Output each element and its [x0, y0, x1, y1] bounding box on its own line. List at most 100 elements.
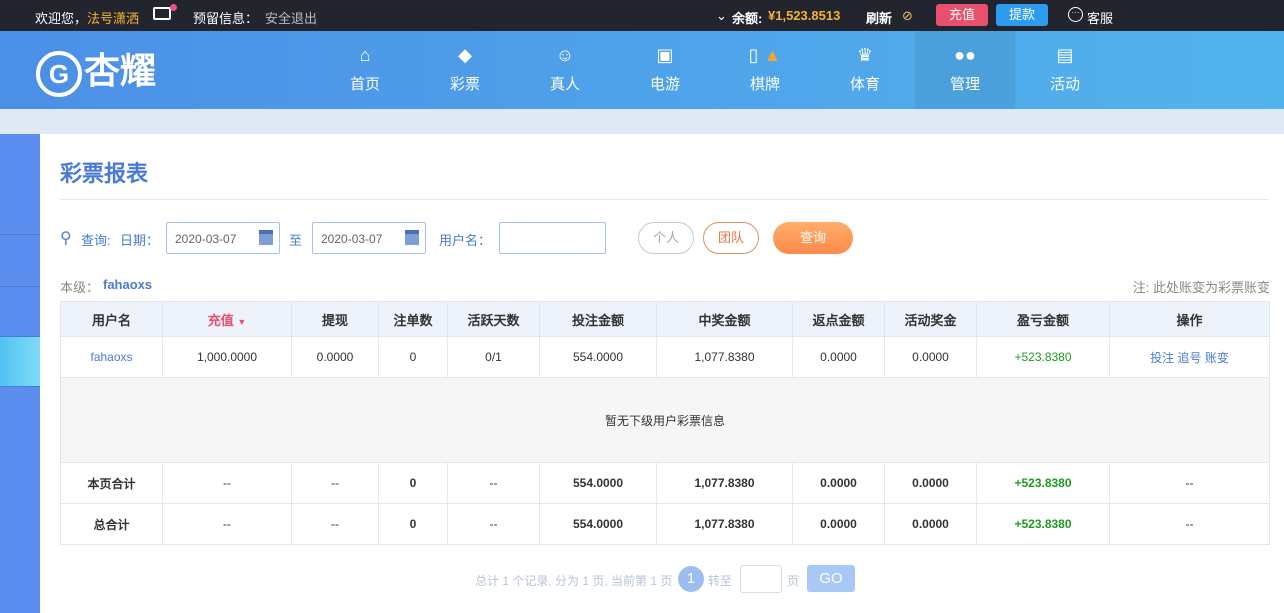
cell: 本页合计 — [60, 462, 163, 504]
cell: 0 — [378, 462, 448, 504]
note-text: 注: 此处账变为彩票账变 — [1132, 280, 1270, 295]
reserved-info[interactable]: 预留信息： — [193, 8, 258, 27]
customer-service-link[interactable]: 客服 — [1087, 8, 1113, 27]
nav-label: 体育 — [849, 76, 880, 93]
date-label: 日期： — [120, 233, 160, 248]
cell-bonus: 0.0000 — [884, 336, 977, 378]
logo[interactable]: G 杏耀 — [36, 39, 186, 103]
cell: 0.0000 — [792, 503, 885, 545]
calendar-icon[interactable] — [259, 230, 273, 245]
table-header: 用户名 充值 ▼ 提现 注单数 活跃天数 投注金额 中奖金额 返点金额 活动奖金… — [60, 301, 1270, 337]
search-icon: ⚲ — [60, 230, 72, 247]
nav-label: 棋牌 — [749, 76, 780, 93]
side-item[interactable] — [0, 287, 40, 337]
level-user[interactable]: fahaoxs — [103, 277, 152, 292]
nav-slots[interactable]: ▣ 电游 — [615, 31, 715, 109]
cell: 0.0000 — [884, 462, 977, 504]
notification-dot — [170, 4, 177, 11]
nav-lottery[interactable]: ◆ 彩票 — [415, 31, 515, 109]
cell: -- — [162, 503, 292, 545]
pagination-summary: 总计 1 个记录, 分为 1 页, 当前第 1 页 — [475, 574, 673, 588]
cell: 554.0000 — [539, 503, 657, 545]
empty-message: 暂无下级用户彩票信息 — [60, 377, 1270, 463]
nav-live[interactable]: ☺ 真人 — [515, 31, 615, 109]
col-actions: 操作 — [1109, 301, 1270, 337]
goto-label: 转至 — [708, 574, 733, 588]
search-button[interactable]: 查询 — [773, 222, 853, 254]
cell: -- — [447, 462, 540, 504]
nav-home[interactable]: ⌂ 首页 — [315, 31, 415, 109]
cell-deposit: 1,000.0000 — [162, 336, 292, 378]
go-button[interactable]: GO — [807, 565, 855, 592]
slot-icon: ▣ — [656, 45, 674, 65]
date-from-input[interactable]: 2020-03-07 — [166, 222, 280, 254]
sort-down-icon[interactable]: ▼ — [237, 317, 246, 327]
date-from-value: 2020-03-07 — [175, 232, 237, 246]
cell: +523.8380 — [976, 462, 1110, 504]
eye-off-icon[interactable]: ⊘ — [902, 8, 913, 24]
side-item-active[interactable] — [0, 337, 40, 387]
balance-value: ¥1,523.8513 — [768, 8, 841, 23]
col-deposit[interactable]: 充值 ▼ — [162, 301, 292, 337]
col-username: 用户名 — [60, 301, 163, 337]
report-table: 用户名 充值 ▼ 提现 注单数 活跃天数 投注金额 中奖金额 返点金额 活动奖金… — [60, 301, 1270, 545]
cell: +523.8380 — [976, 503, 1110, 545]
cell-orders: 0 — [378, 336, 448, 378]
trophy-icon: ♛ — [856, 45, 874, 65]
team-button[interactable]: 团队 — [703, 222, 759, 254]
cell: 1,077.8380 — [656, 462, 793, 504]
date-to-value: 2020-03-07 — [321, 232, 383, 246]
cell: -- — [162, 462, 292, 504]
cell: -- — [447, 503, 540, 545]
transactions-link[interactable]: 账变 — [1205, 351, 1229, 365]
side-item[interactable] — [0, 235, 40, 287]
username-input[interactable] — [499, 222, 606, 254]
chat-icon[interactable]: ··· — [1068, 7, 1083, 22]
username-label: 用户名： — [439, 233, 492, 248]
table-row: fahaoxs 1,000.0000 0.0000 0 0/1 554.0000… — [60, 336, 1270, 378]
date-to-input[interactable]: 2020-03-07 — [312, 222, 426, 254]
col-orders: 注单数 — [378, 301, 448, 337]
welcome-text: 欢迎您， — [35, 11, 88, 26]
col-bonus: 活动奖金 — [884, 301, 977, 337]
nav-sports[interactable]: ♛ 体育 — [815, 31, 915, 109]
nav-manage[interactable]: ●● 管理 — [915, 31, 1015, 109]
col-withdraw: 提现 — [291, 301, 379, 337]
nav-label: 活动 — [1049, 76, 1080, 93]
main-nav: G 杏耀 ⌂ 首页 ◆ 彩票 ☺ 真人 ▣ 电游 ▯ ▲ 棋牌 ♛ 体育 ●● 管理 ▤ 活动 — [0, 31, 1284, 109]
col-win: 中奖金额 — [656, 301, 793, 337]
page-title: 彩票报表 — [60, 161, 149, 186]
calendar-icon[interactable] — [405, 230, 419, 245]
refresh-button[interactable]: 刷新 — [866, 8, 892, 27]
page-input[interactable] — [740, 565, 782, 593]
cell: 总合计 — [60, 503, 163, 545]
withdraw-button[interactable]: 提款 — [996, 4, 1048, 26]
logout-link[interactable]: 安全退出 — [265, 8, 317, 27]
nav-label: 管理 — [949, 76, 980, 93]
cell-actions: 投注 追号 账变 — [1109, 336, 1270, 378]
chase-link[interactable]: 追号 — [1177, 351, 1201, 365]
chevron-down-icon[interactable]: ⌄ — [716, 8, 727, 24]
cell: 1,077.8380 — [656, 503, 793, 545]
bet-link[interactable]: 投注 — [1150, 351, 1174, 365]
cell: -- — [1109, 503, 1270, 545]
username-link[interactable]: 法号潇洒 — [87, 8, 139, 27]
side-item[interactable] — [0, 134, 40, 235]
cell-username[interactable]: fahaoxs — [60, 336, 163, 378]
nav-label: 彩票 — [449, 76, 480, 93]
col-bet: 投注金额 — [539, 301, 657, 337]
cell-active-days: 0/1 — [447, 336, 540, 378]
cell: -- — [291, 462, 379, 504]
subtotal-row: 本页合计 -- -- 0 -- 554.0000 1,077.8380 0.0000 0.000… — [60, 462, 1270, 504]
page-1-button[interactable]: 1 — [678, 566, 704, 592]
nav-label: 真人 — [549, 76, 580, 93]
logo-mark: G — [36, 51, 82, 97]
top-bar: 欢迎您， 法号潇洒 预留信息： 安全退出 ⌄ 余额: ¥1,523.8513 刷… — [0, 0, 1284, 31]
deposit-button[interactable]: 充值 — [936, 4, 988, 26]
nav-chess[interactable]: ▯ ▲ 棋牌 — [715, 31, 815, 109]
cell-bet: 554.0000 — [539, 336, 657, 378]
envelope-icon[interactable] — [153, 7, 171, 20]
personal-button[interactable]: 个人 — [638, 222, 694, 254]
col-profit: 盈亏金额 — [976, 301, 1110, 337]
nav-promotions[interactable]: ▤ 活动 — [1015, 31, 1115, 109]
